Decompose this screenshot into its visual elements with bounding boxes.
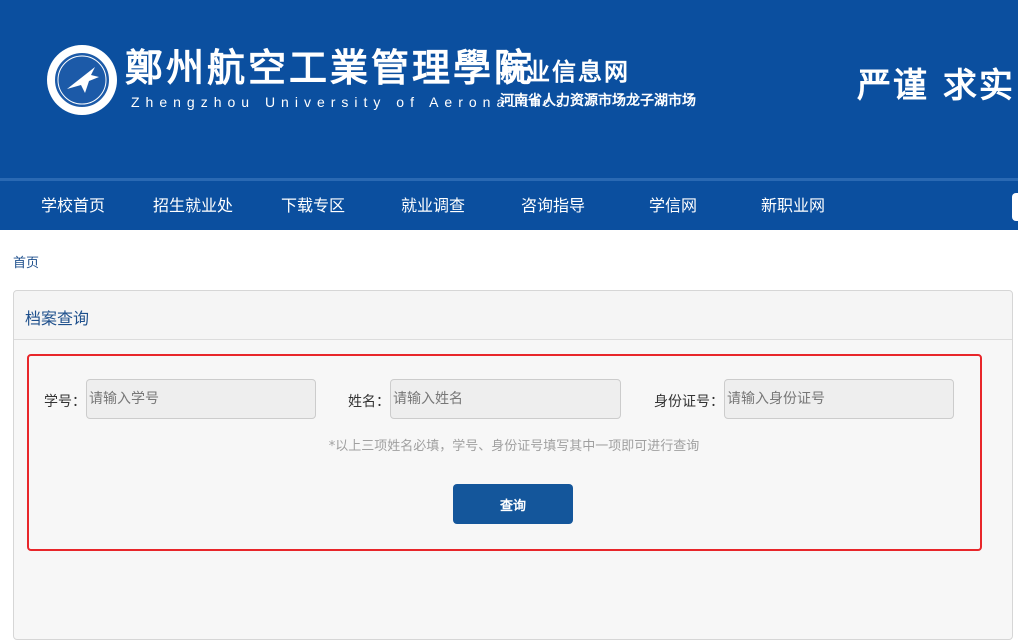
nav-item-chsi[interactable]: 学信网 <box>649 181 697 230</box>
student-id-input[interactable] <box>86 379 316 419</box>
nav-item-admissions[interactable]: 招生就业处 <box>153 181 233 230</box>
query-button[interactable]: 查询 <box>453 484 573 524</box>
name-label: 姓名： <box>348 394 390 410</box>
school-emblem-icon <box>47 45 117 115</box>
site-subtitle: 河南省人力资源市场龙子湖市场 <box>500 93 696 109</box>
site-header: 鄭州航空工業管理學院 Zhengzhou University of Aeron… <box>0 0 1018 178</box>
id-card-label: 身份证号： <box>654 394 724 410</box>
nav-item-ncss[interactable]: 新职业网 <box>761 181 825 230</box>
breadcrumb-home[interactable]: 首页 <box>13 252 39 271</box>
panel-header: 档案查询 <box>14 291 1012 340</box>
form-hint: *以上三项姓名必填，学号、身份证号填写其中一项即可进行查询 <box>328 439 700 454</box>
school-name-cn: 鄭州航空工業管理學院 <box>125 45 536 90</box>
panel-title: 档案查询 <box>25 309 90 328</box>
nav-item-survey[interactable]: 就业调查 <box>401 181 465 230</box>
student-id-label: 学号： <box>44 394 86 410</box>
school-motto: 严谨 求实 <box>857 66 1015 106</box>
nav-item-consulting[interactable]: 咨询指导 <box>521 181 585 230</box>
nav-item-downloads[interactable]: 下载专区 <box>281 181 345 230</box>
name-input[interactable] <box>390 379 621 419</box>
id-card-input[interactable] <box>724 379 954 419</box>
nav-item-school-home[interactable]: 学校首页 <box>41 181 105 230</box>
main-nav: 学校首页 招生就业处 下载专区 就业调查 咨询指导 学信网 新职业网 <box>0 178 1018 230</box>
nav-search-input[interactable] <box>1012 193 1018 221</box>
site-title: 就业信息网 <box>500 57 630 86</box>
